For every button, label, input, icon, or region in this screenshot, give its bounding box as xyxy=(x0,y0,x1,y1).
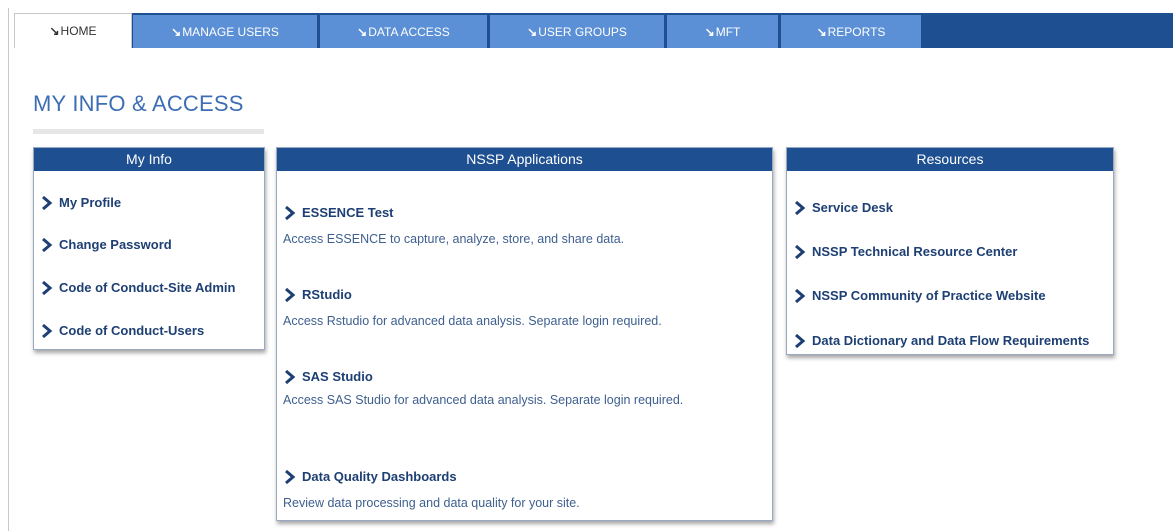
chevron-right-icon xyxy=(285,369,296,384)
chevron-right-icon xyxy=(42,237,53,252)
chevron-right-icon xyxy=(285,205,296,220)
code-of-conduct-site-admin-link[interactable]: Code of Conduct-Site Admin xyxy=(40,280,235,295)
tab-user-groups[interactable]: ↘ USER GROUPS xyxy=(490,15,664,48)
app-description: Access Rstudio for advanced data analysi… xyxy=(283,314,662,328)
code-of-conduct-users-link[interactable]: Code of Conduct-Users xyxy=(40,323,204,338)
arrow-tick-icon: ↘ xyxy=(704,24,715,39)
chevron-right-icon xyxy=(42,280,53,295)
chevron-right-icon xyxy=(795,333,806,348)
app-description: Access ESSENCE to capture, analyze, stor… xyxy=(283,232,625,246)
change-password-link[interactable]: Change Password xyxy=(40,237,172,252)
link-label: NSSP Community of Practice Website xyxy=(812,288,1046,303)
tab-home[interactable]: ↘ HOME xyxy=(14,13,132,48)
my-info-header: My Info xyxy=(34,148,264,171)
chevron-right-icon xyxy=(285,469,296,484)
chevron-right-icon xyxy=(795,200,806,215)
link-label: Code of Conduct-Users xyxy=(59,323,205,338)
my-info-panel: My Info My Profile Change Password Code … xyxy=(33,147,265,350)
arrow-tick-icon: ↘ xyxy=(816,24,827,39)
tab-label: MANAGE USERS xyxy=(182,24,279,39)
app-data-quality-link[interactable]: Data Quality Dashboards xyxy=(283,469,457,484)
resources-panel: Resources Service Desk NSSP Technical Re… xyxy=(786,147,1114,355)
my-profile-link[interactable]: My Profile xyxy=(40,195,121,210)
link-label: Service Desk xyxy=(812,200,893,215)
app-description: Review data processing and data quality … xyxy=(283,496,580,510)
chevron-right-icon xyxy=(42,195,53,210)
title-divider xyxy=(33,129,264,134)
top-navigation: ↘ HOME ↘ MANAGE USERS ↘ DATA ACCESS ↘ US… xyxy=(14,13,1173,48)
chevron-right-icon xyxy=(795,244,806,259)
technical-resource-center-link[interactable]: NSSP Technical Resource Center xyxy=(793,244,1017,259)
app-rstudio-link[interactable]: RStudio xyxy=(283,287,352,302)
service-desk-link[interactable]: Service Desk xyxy=(793,200,893,215)
app-sas-studio-link[interactable]: SAS Studio xyxy=(283,369,373,384)
link-label: Change Password xyxy=(59,237,172,252)
chevron-right-icon xyxy=(42,323,53,338)
resources-header: Resources xyxy=(787,148,1113,171)
link-label: NSSP Technical Resource Center xyxy=(812,244,1018,259)
tab-label: MFT xyxy=(715,24,741,39)
arrow-tick-icon: ↘ xyxy=(357,24,368,39)
applications-panel: NSSP Applications ESSENCE Test Access ES… xyxy=(276,147,773,521)
app-title: SAS Studio xyxy=(302,369,373,384)
app-title: Data Quality Dashboards xyxy=(302,469,457,484)
tab-reports[interactable]: ↘ REPORTS xyxy=(781,15,921,48)
app-description: Access SAS Studio for advanced data anal… xyxy=(283,393,684,407)
community-of-practice-link[interactable]: NSSP Community of Practice Website xyxy=(793,288,1046,303)
app-essence-link[interactable]: ESSENCE Test xyxy=(283,205,394,220)
tab-manage-users[interactable]: ↘ MANAGE USERS xyxy=(133,15,317,48)
link-label: Code of Conduct-Site Admin xyxy=(59,280,236,295)
arrow-tick-icon: ↘ xyxy=(49,24,60,38)
page-title: MY INFO & ACCESS xyxy=(33,91,244,116)
arrow-tick-icon: ↘ xyxy=(171,24,182,39)
data-dictionary-link[interactable]: Data Dictionary and Data Flow Requiremen… xyxy=(793,333,1089,348)
applications-header: NSSP Applications xyxy=(277,148,772,171)
tab-label: USER GROUPS xyxy=(538,24,627,39)
tab-label: DATA ACCESS xyxy=(368,24,450,39)
chevron-right-icon xyxy=(285,287,296,302)
chevron-right-icon xyxy=(795,288,806,303)
tab-data-access[interactable]: ↘ DATA ACCESS xyxy=(320,15,487,48)
link-label: My Profile xyxy=(59,195,122,210)
tab-label: REPORTS xyxy=(827,24,886,39)
app-title: ESSENCE Test xyxy=(302,205,394,220)
tab-mft[interactable]: ↘ MFT xyxy=(667,15,778,48)
app-title: RStudio xyxy=(302,287,352,302)
tab-label: HOME xyxy=(60,24,97,38)
arrow-tick-icon: ↘ xyxy=(527,24,538,39)
link-label: Data Dictionary and Data Flow Requiremen… xyxy=(812,333,1090,348)
